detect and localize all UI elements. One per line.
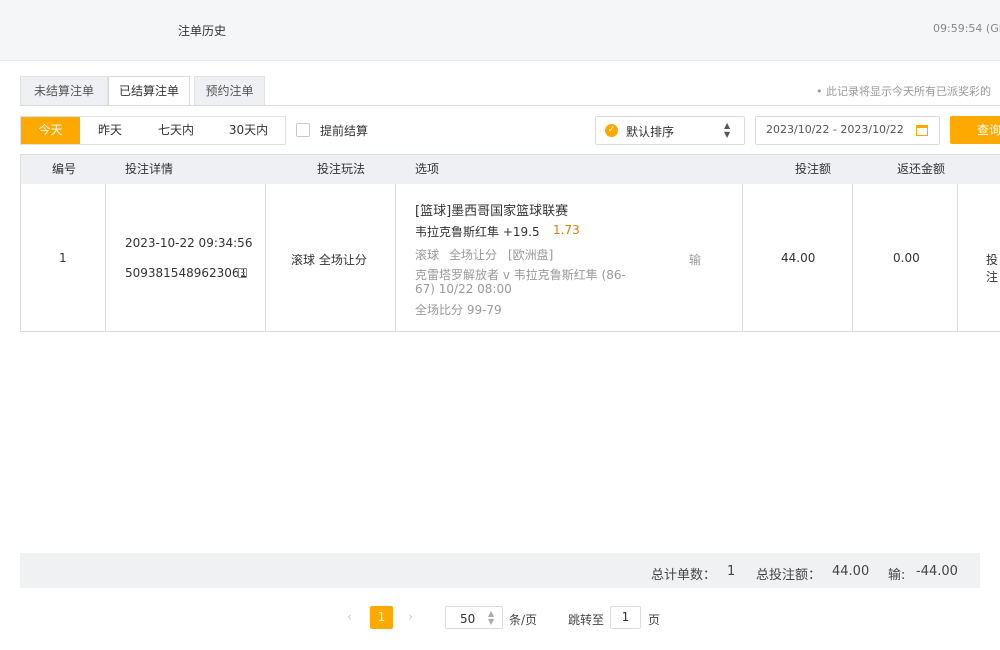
count-label: 总计单数： <box>651 568 717 583</box>
calendar-icon <box>916 125 928 136</box>
match-info: 克雷塔罗解放者 v 韦拉克鲁斯红隼 (86- <box>415 268 626 282</box>
market-type: 全场让分 <box>449 248 498 262</box>
loss-total: -44.00 <box>916 564 958 579</box>
col-divider <box>852 184 853 331</box>
match-time: 67) 10/22 08:00 <box>415 282 512 296</box>
tab-unsettled[interactable]: 未结算注单 <box>20 76 108 105</box>
page-size-select[interactable]: 50 ▲ ▼ <box>445 606 503 629</box>
jump-unit: 页 <box>648 613 661 627</box>
copy-icon[interactable] <box>238 268 247 278</box>
tab-divider <box>20 105 1000 106</box>
bet-type: 滚球 <box>415 248 440 262</box>
col-divider <box>957 184 958 331</box>
query-button[interactable]: 查询 <box>950 116 1000 144</box>
col-details: 投注详情 <box>125 162 174 176</box>
league-name: [篮球]墨西哥国家篮球联赛 <box>415 204 569 219</box>
bet-time: 2023-10-22 09:34:56 <box>125 236 253 250</box>
range-today[interactable]: 今天 <box>21 117 80 144</box>
stake: 44.00 <box>781 251 816 265</box>
col-stake: 投注额 <box>795 162 832 176</box>
date-range-value: 2023/10/22 - 2023/10/22 <box>766 123 904 136</box>
range-yesterday[interactable]: 昨天 <box>80 117 140 144</box>
col-play: 投注玩法 <box>317 162 366 176</box>
jump-input[interactable]: 1 <box>610 606 641 629</box>
loss-label: 输: <box>888 568 906 583</box>
odds-format: [欧洲盘] <box>508 248 554 262</box>
table-row: 1 2023-10-22 09:34:56 5093815489623061 滚… <box>20 184 1000 332</box>
col-return: 返还金额 <box>897 162 946 176</box>
page-current[interactable]: 1 <box>370 606 393 629</box>
updown-caret-icon: ▲ ▼ <box>724 121 731 139</box>
return-amount: 0.00 <box>893 251 920 265</box>
sort-value: 默认排序 <box>626 125 675 139</box>
col-divider <box>742 184 743 331</box>
page-size-value: 50 <box>460 612 476 626</box>
result: 输 <box>689 253 702 267</box>
check-circle-icon: ✓ <box>605 124 618 137</box>
odds: 1.73 <box>553 223 580 237</box>
summary-bar: 总计单数： 1 总投注额： 44.00 输: -44.00 <box>20 553 980 588</box>
order-id: 5093815489623061 <box>125 266 248 280</box>
col-divider <box>395 184 396 331</box>
row-number: 1 <box>59 251 67 265</box>
clock: 09:59:54 (GMT <box>933 22 1000 35</box>
updown-caret-icon: ▲ ▼ <box>488 609 495 626</box>
range-30days[interactable]: 30天内 <box>212 117 285 144</box>
stake-label: 总投注额： <box>756 568 822 583</box>
count-value: 1 <box>727 564 736 579</box>
extra-column: 投注 <box>986 253 999 284</box>
col-divider <box>265 184 266 331</box>
col-no: 编号 <box>52 162 77 176</box>
tab-scheduled[interactable]: 预约注单 <box>194 76 265 105</box>
info-note: • 此记录将显示今天所有已派奖彩的 <box>816 85 991 98</box>
early-settle-label: 提前结算 <box>320 124 369 138</box>
page-title: 注单历史 <box>178 24 227 38</box>
prev-page-icon[interactable]: ‹ <box>347 610 352 625</box>
col-divider <box>105 184 106 331</box>
stake-total: 44.00 <box>832 564 870 579</box>
top-bar: 注单历史 09:59:54 (GMT <box>0 0 1000 61</box>
bet-play: 滚球 全场让分 <box>291 253 367 267</box>
jump-label: 跳转至 <box>568 613 605 627</box>
early-settle-checkbox[interactable] <box>296 123 310 137</box>
pick: 韦拉克鲁斯红隼 +19.5 <box>415 225 540 239</box>
page-size-unit: 条/页 <box>509 613 538 627</box>
table-header: 编号 投注详情 投注玩法 选项 投注额 返还金额 <box>20 154 1000 185</box>
date-picker[interactable]: 2023/10/22 - 2023/10/22 <box>755 116 940 145</box>
sort-select[interactable]: ✓ 默认排序 ▲ ▼ <box>595 116 745 145</box>
tab-settled[interactable]: 已结算注单 <box>108 76 190 106</box>
range-7days[interactable]: 七天内 <box>140 117 212 144</box>
final-score: 全场比分 99-79 <box>415 303 502 317</box>
next-page-icon[interactable]: › <box>408 610 413 625</box>
date-range-selector: 今天 昨天 七天内 30天内 <box>20 116 286 145</box>
col-option: 选项 <box>415 162 440 176</box>
